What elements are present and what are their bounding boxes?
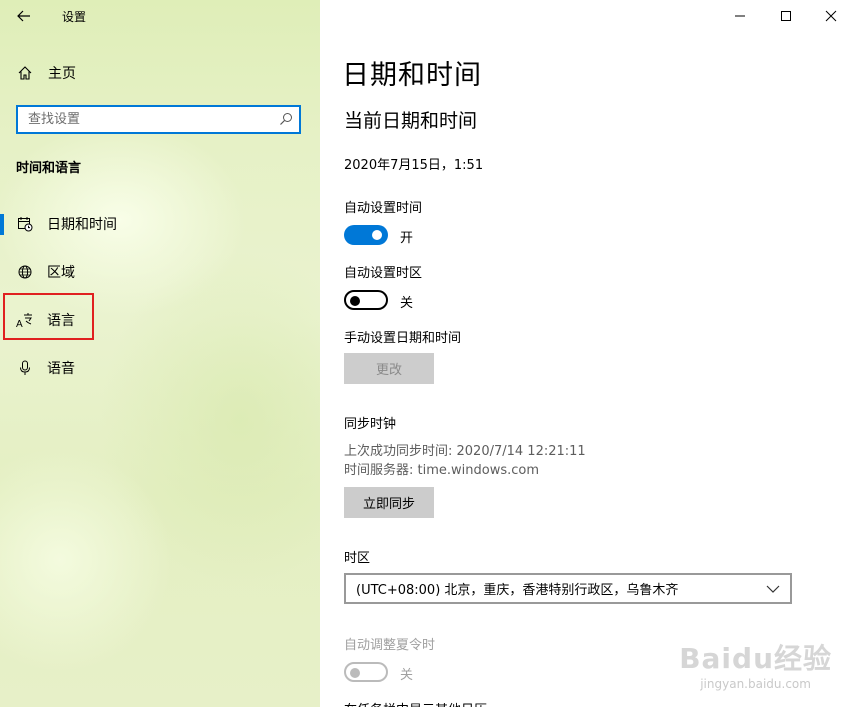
sync-now-button[interactable]: 立即同步 xyxy=(344,487,434,518)
sidebar-item-speech[interactable]: 语音 xyxy=(0,350,320,386)
time-server-text: 时间服务器: time.windows.com xyxy=(344,463,540,478)
section-title: 时间和语言 xyxy=(16,161,82,176)
timezone-label: 时区 xyxy=(344,551,371,566)
annotation-highlight-box xyxy=(3,293,94,340)
back-arrow-icon xyxy=(17,10,30,22)
microphone-icon xyxy=(16,359,34,377)
more-calendars-label: 在任务栏中显示其他日历 xyxy=(344,699,487,707)
sidebar-item-home[interactable]: 主页 xyxy=(0,55,320,91)
dst-state: 关 xyxy=(400,668,414,683)
dst-toggle[interactable] xyxy=(344,662,388,682)
sidebar-item-label: 语音 xyxy=(47,361,75,377)
back-button[interactable] xyxy=(8,4,40,28)
globe-icon xyxy=(16,263,34,281)
watermark: Baidu经验 jingyan.baidu.com xyxy=(679,637,832,691)
auto-time-toggle[interactable] xyxy=(344,225,388,245)
change-button[interactable]: 更改 xyxy=(344,353,434,384)
timezone-selected-value: (UTC+08:00) 北京，重庆，香港特别行政区，乌鲁木齐 xyxy=(356,583,679,598)
sidebar-item-region[interactable]: 区域 xyxy=(0,254,320,290)
chevron-down-icon xyxy=(766,583,780,598)
auto-time-label: 自动设置时间 xyxy=(344,201,423,216)
watermark-url: jingyan.baidu.com xyxy=(700,677,811,691)
sidebar-item-label: 主页 xyxy=(48,66,76,82)
toggle-knob xyxy=(350,668,360,678)
main-panel: 日期和时间 当前日期和时间 2020年7月15日，1:51 自动设置时间 开 自… xyxy=(320,0,854,707)
last-sync-text: 上次成功同步时间: 2020/7/14 12:21:11 xyxy=(344,444,586,459)
sync-title: 同步时钟 xyxy=(344,417,397,432)
sidebar-item-label: 区域 xyxy=(47,265,75,281)
calendar-clock-icon xyxy=(16,215,34,233)
toggle-knob xyxy=(350,296,360,306)
sidebar-item-label: 日期和时间 xyxy=(47,217,117,233)
auto-timezone-state: 关 xyxy=(400,296,414,311)
sidebar: 设置 主页 时间和语言 日期和时间 区域 A 语言 语音 xyxy=(0,0,320,707)
auto-timezone-label: 自动设置时区 xyxy=(344,266,423,281)
auto-time-state: 开 xyxy=(400,231,414,246)
app-title: 设置 xyxy=(62,10,87,24)
search-box[interactable] xyxy=(16,105,301,134)
auto-timezone-toggle[interactable] xyxy=(344,290,388,310)
home-icon xyxy=(16,64,34,82)
section-subtitle: 当前日期和时间 xyxy=(344,110,478,132)
dst-label: 自动调整夏令时 xyxy=(344,638,436,653)
sidebar-item-datetime[interactable]: 日期和时间 xyxy=(0,206,320,242)
current-datetime: 2020年7月15日，1:51 xyxy=(344,158,484,173)
manual-datetime-label: 手动设置日期和时间 xyxy=(344,331,462,346)
search-input[interactable] xyxy=(18,107,299,132)
watermark-logo: Baidu经验 xyxy=(679,642,832,675)
timezone-select[interactable]: (UTC+08:00) 北京，重庆，香港特别行政区，乌鲁木齐 xyxy=(344,573,792,604)
search-icon[interactable] xyxy=(279,112,293,130)
toggle-knob xyxy=(372,230,382,240)
page-title: 日期和时间 xyxy=(342,60,482,91)
